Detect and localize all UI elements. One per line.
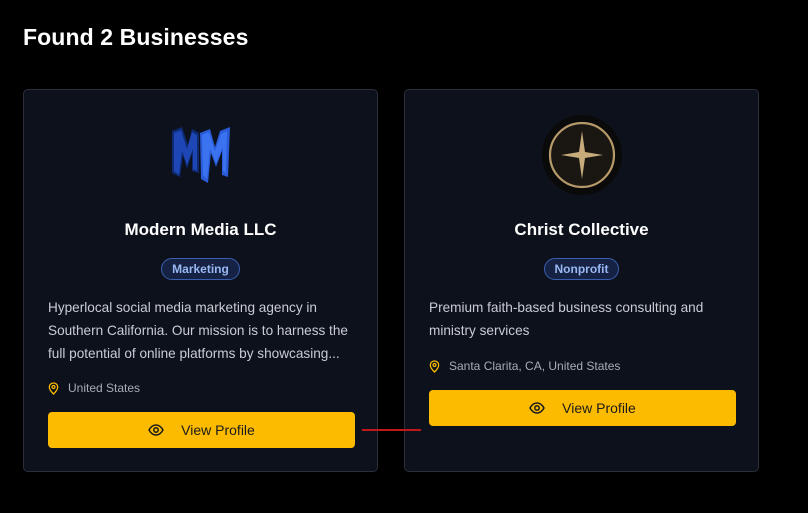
business-description: Hyperlocal social media marketing agency… xyxy=(48,300,348,361)
category-badge: Marketing xyxy=(161,258,240,280)
mm-logo-icon xyxy=(171,127,230,183)
red-divider-line xyxy=(362,429,421,431)
business-logo xyxy=(405,114,758,196)
category-badge: Nonprofit xyxy=(543,258,620,280)
view-profile-button[interactable]: View Profile xyxy=(429,390,736,426)
business-name: Modern Media LLC xyxy=(124,220,277,239)
business-location: Santa Clarita, CA, United States xyxy=(429,359,620,373)
eye-icon xyxy=(529,402,546,414)
business-card-christ-collective: Christ Collective Nonprofit Premium fait… xyxy=(404,89,759,472)
map-pin-icon xyxy=(429,359,440,373)
view-profile-label: View Profile xyxy=(181,422,255,438)
business-card-modern-media: Modern Media LLC Marketing Hyperlocal so… xyxy=(23,89,378,472)
map-pin-icon xyxy=(48,381,59,395)
location-text: Santa Clarita, CA, United States xyxy=(449,359,621,373)
business-description: Premium faith-based business consulting … xyxy=(429,300,704,338)
business-logo xyxy=(24,114,377,196)
star-emblem-icon xyxy=(541,115,622,195)
eye-icon xyxy=(148,424,165,436)
view-profile-button[interactable]: View Profile xyxy=(48,412,355,448)
results-heading: Found 2 Businesses xyxy=(23,24,249,50)
view-profile-label: View Profile xyxy=(562,400,636,416)
business-location: United States xyxy=(48,381,140,395)
location-text: United States xyxy=(68,381,141,395)
business-name: Christ Collective xyxy=(514,220,649,239)
